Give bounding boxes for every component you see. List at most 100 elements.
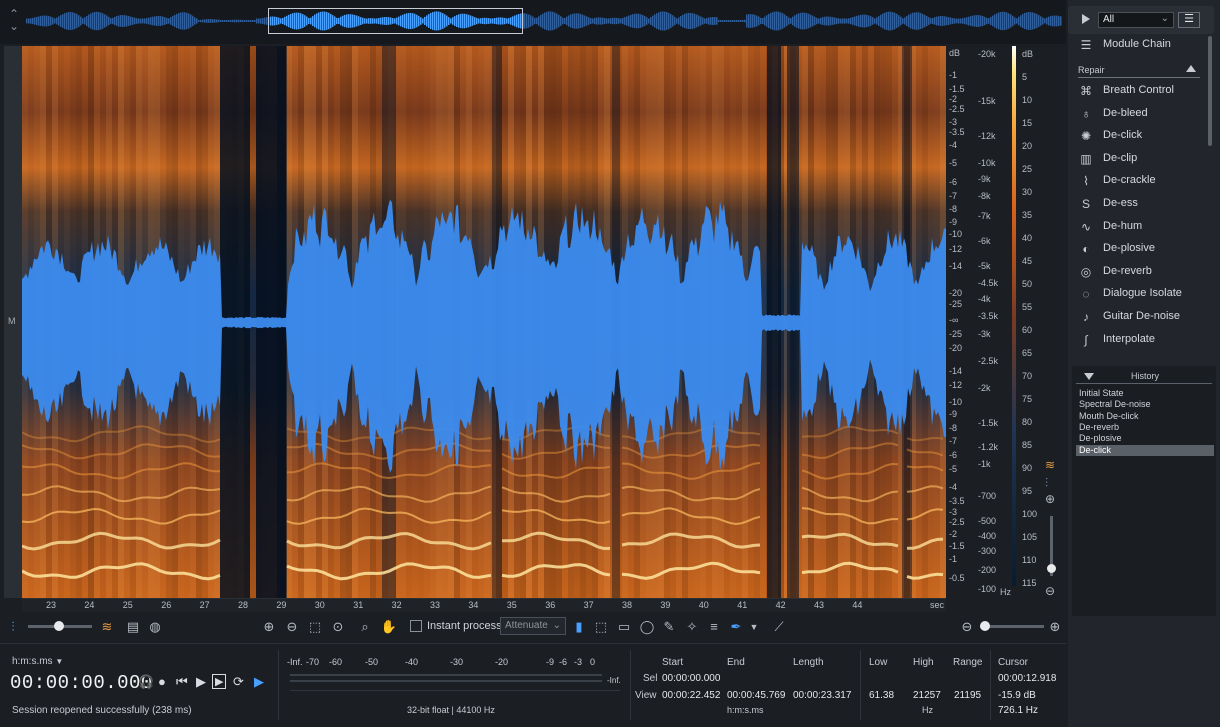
ruler-tick-label: 30 [314, 600, 325, 610]
history-item[interactable]: Initial State [1076, 388, 1214, 399]
waveform-icon[interactable]: ⫶ [4, 618, 22, 636]
preview-play-icon[interactable] [1082, 14, 1090, 24]
play-icon[interactable]: ▶ [196, 674, 206, 690]
module-item[interactable]: ♪ Guitar De-noise [1068, 306, 1208, 328]
colorbar-tick-label: 95 [1022, 486, 1033, 496]
spectrogram-settings-icon[interactable]: ▤ [124, 618, 142, 636]
history-item[interactable]: De-click [1076, 444, 1214, 456]
zoom-selection-icon[interactable]: ⬚ [306, 618, 324, 636]
headphones-icon[interactable]: 🎧 [138, 674, 154, 690]
db-tick-label: -7 [949, 191, 958, 201]
colorbar-tick-label: 115 [1022, 578, 1037, 588]
brush-dropdown-icon[interactable]: ▼ [745, 618, 763, 636]
history-item[interactable]: De-plosive [1076, 433, 1214, 444]
length-header: Length [793, 657, 824, 668]
lasso-tool-icon[interactable]: ◯ [638, 618, 656, 636]
transport-panel: h:m:s.ms ▼ 00:00:00.000 🎧 ● ⏮ ▶ ▶ ⟳ ▶ Se… [0, 643, 1066, 727]
module-item[interactable]: ▥ De-clip [1068, 148, 1208, 170]
threshold-icon[interactable]: ≡ [705, 618, 723, 636]
db-tick-label: -∞ [949, 315, 959, 325]
module-filter-select[interactable]: All ⌄ [1098, 12, 1174, 28]
hz-tick-label: -500 [978, 516, 997, 526]
horizontal-zoom-knob[interactable] [980, 621, 990, 631]
zoom-out-icon[interactable]: ⊖ [283, 618, 301, 636]
loop-icon[interactable]: ⟳ [233, 674, 244, 690]
colorbar-tick-label: 50 [1022, 279, 1033, 289]
sel-start-value[interactable]: 00:00:00.000 [662, 673, 720, 684]
brush-tool-icon[interactable]: ✒ [727, 618, 745, 636]
low-value[interactable]: 61.38 [869, 690, 894, 701]
ruler-unit-label: sec [930, 600, 945, 610]
module-label: De-plosive [1103, 242, 1155, 255]
time-format-select[interactable]: h:m:s.ms ▼ [12, 656, 63, 667]
horizontal-zoom-out-icon[interactable]: ⊖ [958, 618, 976, 636]
module-item[interactable]: ✺ De-click [1068, 125, 1208, 147]
markers-icon[interactable]: ◍ [146, 618, 164, 636]
spectrogram-canvas[interactable] [22, 46, 946, 598]
module-item[interactable]: S De-ess [1068, 193, 1208, 215]
instant-process-checkbox[interactable] [410, 620, 422, 632]
hand-tool-icon[interactable]: ✋ [380, 618, 398, 636]
range-value[interactable]: 21195 [954, 690, 981, 701]
high-value[interactable]: 21257 [913, 690, 941, 701]
module-item[interactable]: ⌘ Breath Control [1068, 80, 1208, 102]
module-list-scrollbar[interactable] [1208, 36, 1212, 146]
ruler-tick-label: 25 [122, 600, 133, 610]
vertical-zoom-knob[interactable] [1047, 564, 1056, 573]
playhead-time[interactable]: 00:00:00.000 [10, 672, 153, 694]
magic-wand-icon[interactable]: ✎ [660, 618, 678, 636]
record-icon[interactable]: ● [158, 674, 166, 689]
meter-inf-label: -Inf. [607, 676, 621, 685]
meter-tick-label: -40 [405, 657, 419, 667]
history-header[interactable]: History [1076, 370, 1212, 384]
hz-unit-label: Hz [1000, 587, 1011, 597]
play-selection-icon[interactable]: ▶ [212, 674, 227, 689]
db-tick-label: -2.5 [949, 517, 965, 527]
overview-waveform[interactable]: ⌃ ⌄ [0, 0, 1066, 44]
zoom-in-icon[interactable]: ⊕ [260, 618, 278, 636]
history-item[interactable]: Mouth De-click [1076, 411, 1214, 422]
repair-group-header[interactable]: Repair [1078, 64, 1200, 78]
instant-process-mode-select[interactable]: Attenuate ⌄ [500, 617, 566, 635]
follow-playhead-icon[interactable]: ▶ [254, 674, 264, 690]
envelope-tool-icon[interactable]: ⟋ [770, 618, 788, 636]
zoom-out-vertical-icon[interactable]: ⊖ [1045, 584, 1055, 598]
module-item[interactable]: ⌇ De-crackle [1068, 170, 1208, 192]
history-item[interactable]: De-reverb [1076, 422, 1214, 433]
side-view-tools: ≋ ⫶ ⊕ ⊖ [1042, 456, 1064, 606]
time-ruler[interactable]: 23 24 25 26 27 28 29 30 31 32 33 34 35 36 37 38 39 40 41 42… [22, 598, 946, 612]
zoom-fit-icon[interactable]: ⊙ [329, 618, 347, 636]
hz-tick-label: -700 [978, 491, 997, 501]
module-item[interactable]: ◎ De-reverb [1068, 261, 1208, 283]
blend-knob[interactable] [54, 621, 64, 631]
spectrogram-view-icon[interactable]: ≋ [1045, 458, 1055, 472]
waveform-view-icon[interactable]: ⫶ [1045, 476, 1048, 491]
time-frequency-selection-tool-icon[interactable]: ▭ [615, 618, 633, 636]
hamburger-menu-icon[interactable]: ☰ [1178, 12, 1200, 28]
horizontal-zoom-in-icon[interactable]: ⊕ [1046, 618, 1064, 636]
module-item[interactable]: ∿ De-hum [1068, 216, 1208, 238]
collapse-overview-icon[interactable]: ⌃ ⌄ [6, 8, 22, 34]
module-item[interactable]: ◌ Dialogue Isolate [1068, 283, 1208, 305]
view-length-value[interactable]: 00:00:23.317 [793, 690, 851, 701]
view-start-value[interactable]: 00:00:22.452 [662, 690, 720, 701]
ruler-tick-label: 38 [622, 600, 633, 610]
overview-view-range[interactable] [268, 8, 523, 34]
module-item[interactable]: ◐ De-plosive [1068, 238, 1208, 260]
spectrogram-view[interactable] [22, 46, 946, 598]
mode-value: Attenuate [505, 620, 548, 631]
time-selection-tool-icon[interactable]: ▮ [570, 618, 588, 636]
module-chain-item[interactable]: ☰ Module Chain [1068, 34, 1208, 56]
harmonic-selection-icon[interactable]: ✧ [683, 618, 701, 636]
history-item[interactable]: Spectral De-noise [1076, 399, 1214, 410]
view-end-value[interactable]: 00:00:45.769 [727, 690, 785, 701]
spectrogram-icon[interactable]: ≋ [98, 618, 116, 636]
frequency-selection-tool-icon[interactable]: ⬚ [592, 618, 610, 636]
zoom-in-vertical-icon[interactable]: ⊕ [1045, 492, 1055, 506]
skip-to-start-icon[interactable]: ⏮ [176, 674, 188, 690]
module-item[interactable]: ♁ De-bleed [1068, 103, 1208, 125]
zoom-tool-icon[interactable]: ⌕ [356, 618, 374, 636]
db-tick-label: -9 [949, 409, 958, 419]
hz-tick-label: -3.5k [978, 311, 999, 321]
module-item[interactable]: ∫ Interpolate [1068, 329, 1208, 351]
